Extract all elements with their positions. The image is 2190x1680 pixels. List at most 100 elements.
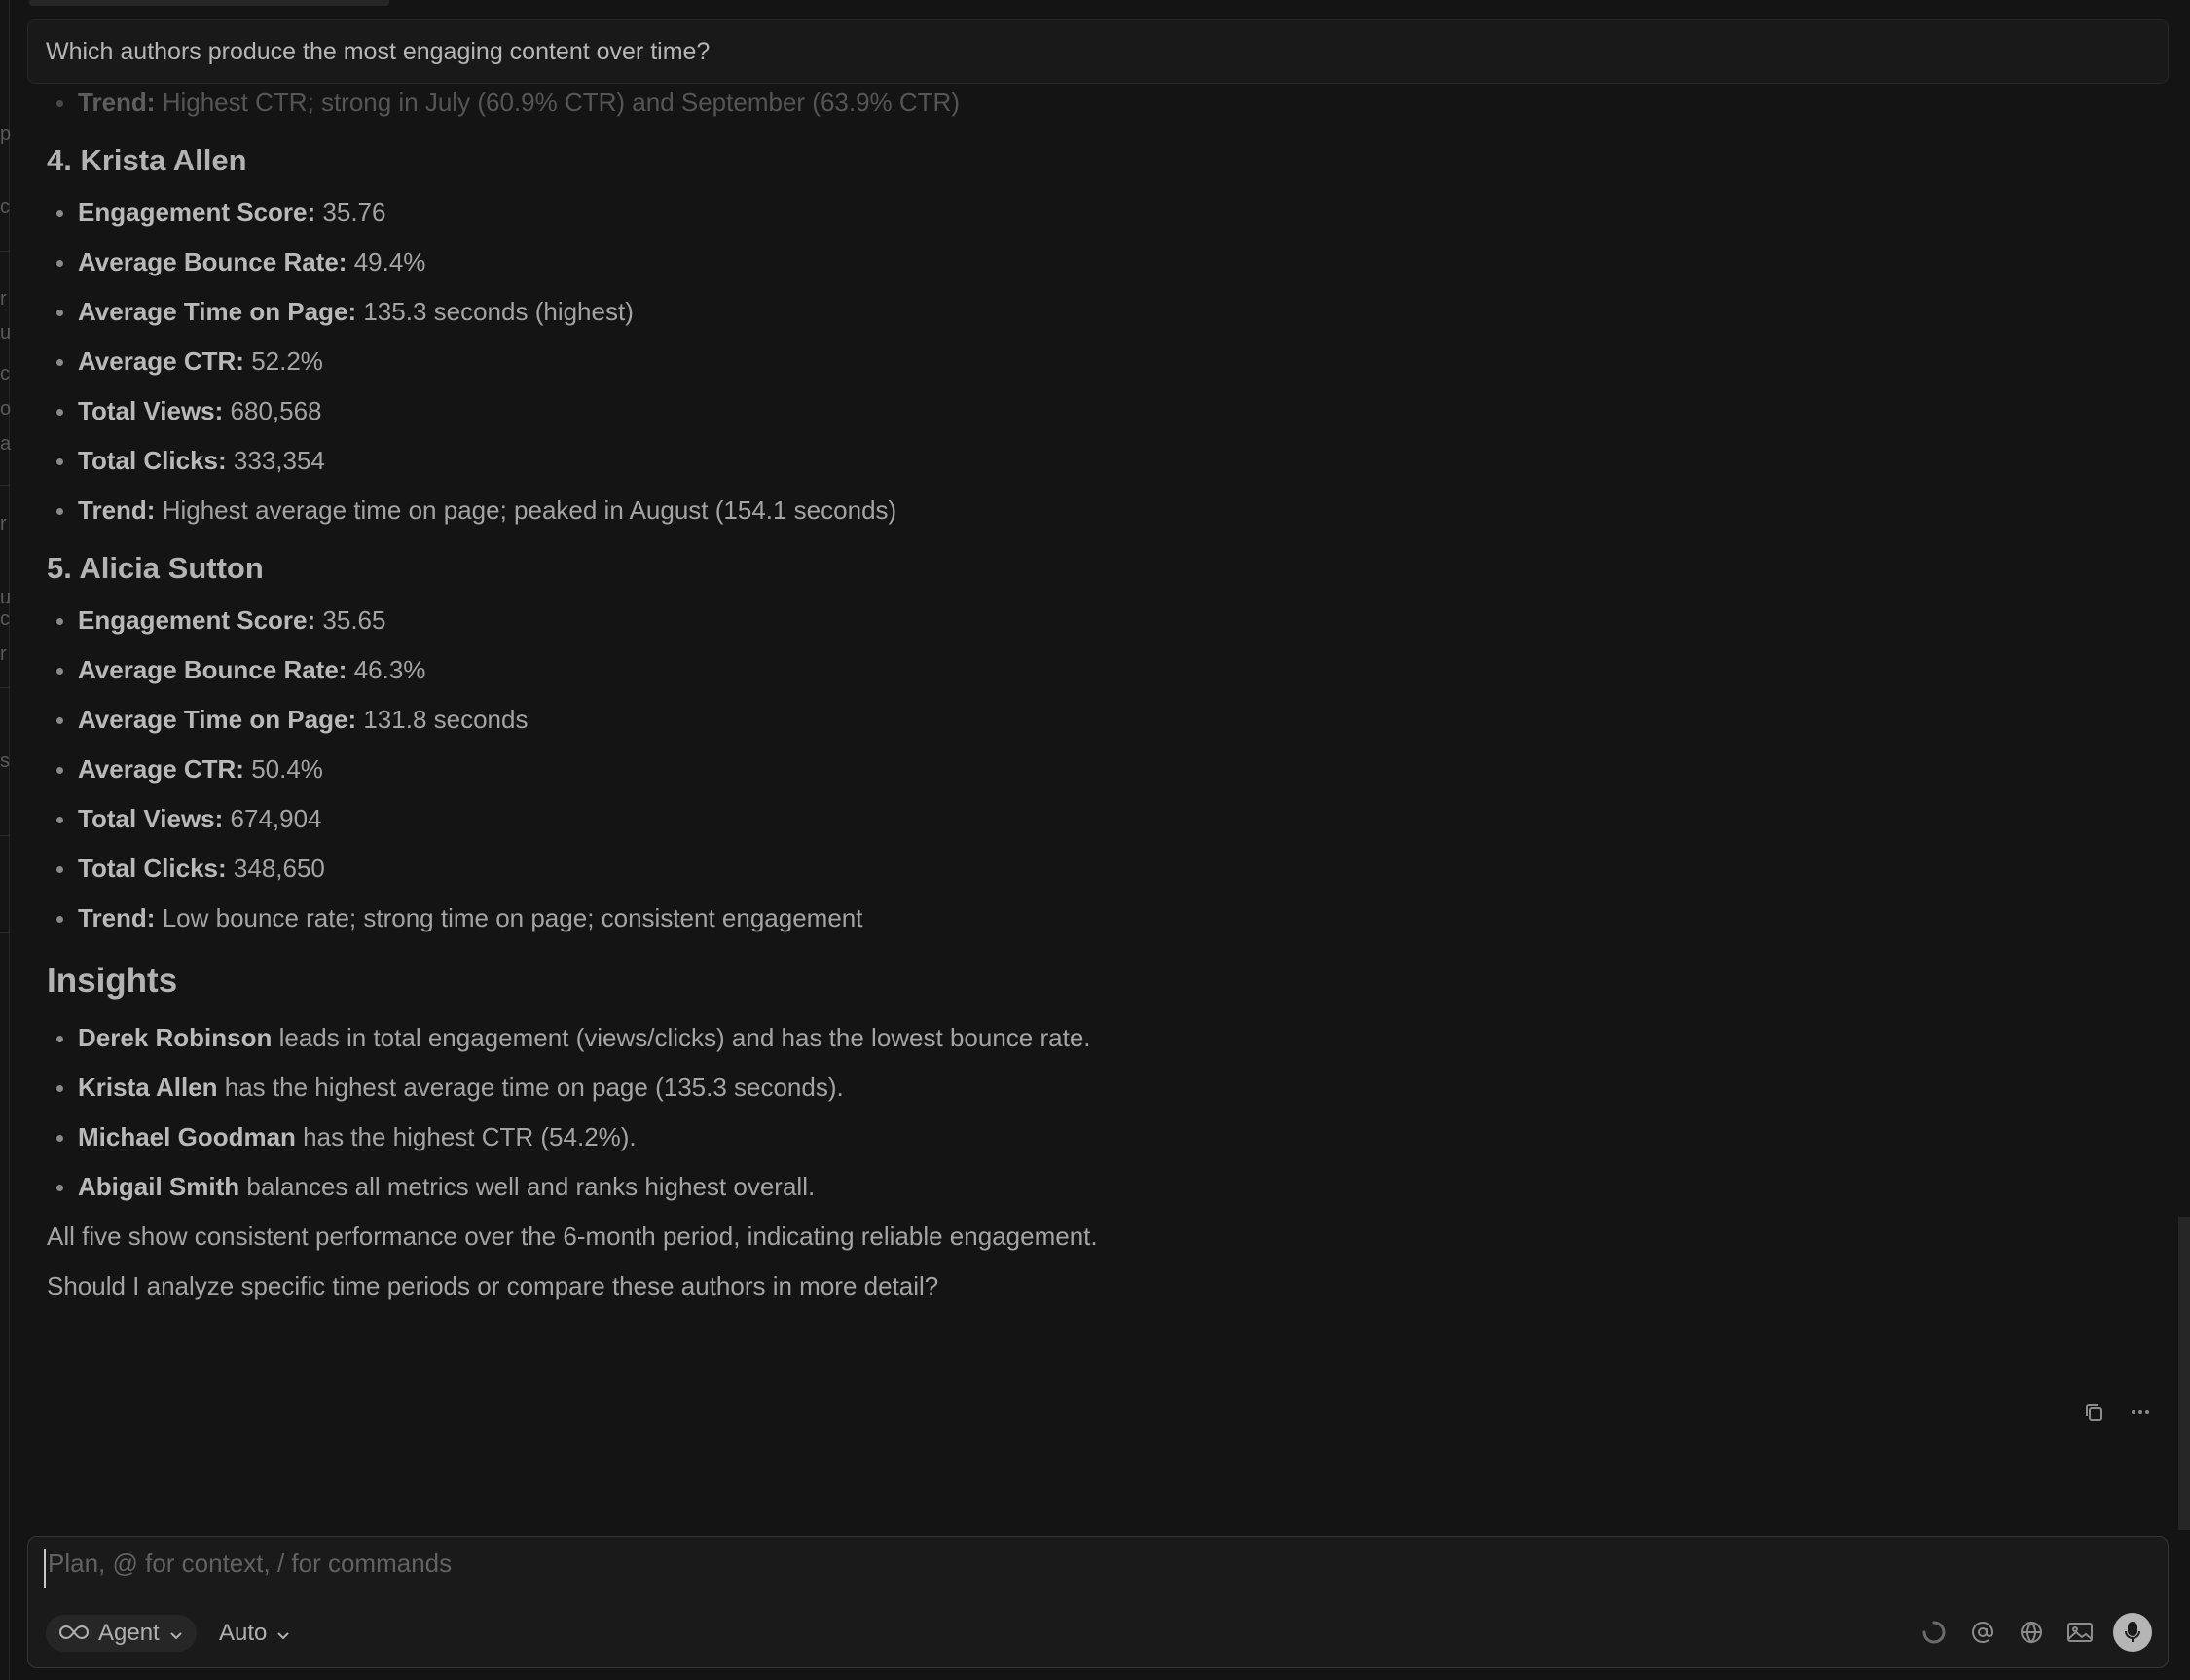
list-item: Average Time on Page: 135.3 seconds (hig… bbox=[47, 287, 2130, 337]
list-item: Total Views: 680,568 bbox=[47, 386, 2130, 436]
metric-label: Average Bounce Rate: bbox=[78, 655, 347, 684]
list-item: Total Clicks: 333,354 bbox=[47, 436, 2130, 486]
followup-question: Should I analyze specific time periods o… bbox=[47, 1271, 939, 1300]
metric-value: 333,354 bbox=[233, 446, 325, 475]
user-question[interactable]: Which authors produce the most engaging … bbox=[27, 19, 2169, 84]
list-item: Trend: Highest average time on page; pea… bbox=[47, 486, 2130, 535]
metric-label: Trend: bbox=[78, 495, 156, 525]
author-name: Michael Goodman bbox=[78, 1122, 296, 1151]
model-label: Auto bbox=[219, 1620, 268, 1646]
metric-value: Highest CTR; strong in July (60.9% CTR) … bbox=[162, 88, 960, 117]
edge-char: a bbox=[0, 433, 12, 455]
metric-value: 348,650 bbox=[233, 854, 325, 883]
author-metrics-list: Engagement Score: 35.76 Average Bounce R… bbox=[47, 188, 2130, 535]
metric-value: 46.3% bbox=[353, 655, 426, 684]
insights-heading: Insights bbox=[47, 962, 178, 1000]
edge-char: c bbox=[0, 363, 10, 384]
edge-char: p bbox=[0, 124, 12, 145]
metric-label: Average CTR: bbox=[78, 754, 244, 784]
composer-tools bbox=[1918, 1613, 2152, 1652]
loading-icon bbox=[1918, 1613, 1950, 1652]
list-item: Total Views: 674,904 bbox=[47, 794, 2130, 844]
metric-value: 674,904 bbox=[230, 804, 322, 833]
message-actions bbox=[2081, 1400, 2153, 1425]
infinity-icon bbox=[59, 1620, 89, 1647]
metric-label: Engagement Score: bbox=[78, 605, 316, 635]
metric-label: Total Views: bbox=[78, 396, 224, 425]
author-name: Krista Allen bbox=[78, 1073, 218, 1102]
microphone-icon[interactable] bbox=[2113, 1613, 2152, 1652]
metric-label: Average CTR: bbox=[78, 347, 244, 376]
metric-value: 52.2% bbox=[251, 347, 323, 376]
chevron-down-icon bbox=[169, 1620, 183, 1647]
list-item: Average CTR: 50.4% bbox=[47, 745, 2130, 794]
metric-label: Engagement Score: bbox=[78, 198, 316, 227]
metric-label: Average Bounce Rate: bbox=[78, 247, 347, 276]
chevron-down-icon bbox=[276, 1620, 290, 1647]
edge-char: r bbox=[0, 643, 7, 665]
metric-label: Trend: bbox=[78, 903, 156, 932]
metric-value: 131.8 seconds bbox=[363, 705, 529, 734]
author-heading: 4. Krista Allen bbox=[47, 143, 247, 177]
author-heading: 5. Alicia Sutton bbox=[47, 551, 264, 585]
list-item: Krista Allen has the highest average tim… bbox=[47, 1063, 2130, 1113]
model-selector[interactable]: Auto bbox=[219, 1615, 290, 1652]
copy-icon[interactable] bbox=[2081, 1400, 2106, 1425]
edge-char: c bbox=[0, 608, 10, 630]
metric-value: 35.65 bbox=[322, 605, 386, 635]
image-icon[interactable] bbox=[2064, 1613, 2096, 1652]
globe-icon[interactable] bbox=[2016, 1613, 2047, 1652]
agent-mode-label: Agent bbox=[98, 1620, 160, 1646]
edge-char: o bbox=[0, 398, 12, 420]
list-item: Average Time on Page: 131.8 seconds bbox=[47, 695, 2130, 745]
scrollbar-thumb[interactable] bbox=[2178, 1217, 2190, 1530]
insight-text: balances all metrics well and ranks high… bbox=[246, 1172, 816, 1201]
list-item: Trend: Low bounce rate; strong time on p… bbox=[47, 894, 2130, 943]
chat-window: p c r u c o a r u c r s Which authors pr… bbox=[0, 0, 2190, 1680]
edge-char: r bbox=[0, 513, 7, 534]
metric-value: 35.76 bbox=[322, 198, 386, 227]
author-name: Abigail Smith bbox=[78, 1172, 240, 1201]
list-item: Engagement Score: 35.65 bbox=[47, 596, 2130, 645]
metric-label: Average Time on Page: bbox=[78, 297, 357, 326]
metric-label: Trend: bbox=[78, 88, 156, 117]
insight-text: has the highest average time on page (13… bbox=[224, 1073, 844, 1102]
metric-value: Highest average time on page; peaked in … bbox=[162, 495, 897, 525]
list-item: Engagement Score: 35.76 bbox=[47, 188, 2130, 237]
author-name: Derek Robinson bbox=[78, 1023, 273, 1052]
metric-value: 50.4% bbox=[251, 754, 323, 784]
partial-list: Trend: Highest CTR; strong in July (60.9… bbox=[47, 78, 2130, 128]
list-item: Average Bounce Rate: 46.3% bbox=[47, 645, 2130, 695]
author-metrics-list: Engagement Score: 35.65 Average Bounce R… bbox=[47, 596, 2130, 943]
metric-label: Average Time on Page: bbox=[78, 705, 357, 734]
list-item: Trend: Highest CTR; strong in July (60.9… bbox=[47, 78, 2130, 128]
top-tab-indicator bbox=[29, 0, 389, 6]
insights-list: Derek Robinson leads in total engagement… bbox=[47, 1013, 2130, 1212]
edge-divider bbox=[0, 687, 10, 688]
edge-char: c bbox=[0, 197, 10, 218]
metric-label: Total Views: bbox=[78, 804, 224, 833]
list-item: Average Bounce Rate: 49.4% bbox=[47, 237, 2130, 287]
metric-value: 49.4% bbox=[353, 247, 426, 276]
list-item: Michael Goodman has the highest CTR (54.… bbox=[47, 1113, 2130, 1162]
chat-input[interactable] bbox=[44, 1549, 2146, 1588]
metric-value: 680,568 bbox=[230, 396, 322, 425]
edge-divider bbox=[0, 835, 10, 836]
question-text: Which authors produce the most engaging … bbox=[46, 37, 711, 65]
metric-label: Total Clicks: bbox=[78, 446, 227, 475]
summary-text: All five show consistent performance ove… bbox=[47, 1222, 1098, 1251]
edge-char: r bbox=[0, 288, 7, 310]
list-item: Total Clicks: 348,650 bbox=[47, 844, 2130, 894]
left-panel-edge: p c r u c o a r u c r s bbox=[0, 0, 12, 1680]
edge-divider bbox=[0, 485, 10, 486]
edge-char: u bbox=[0, 322, 12, 344]
list-item: Average CTR: 52.2% bbox=[47, 337, 2130, 386]
assistant-message: Trend: Highest CTR; strong in July (60.9… bbox=[47, 78, 2130, 1311]
more-icon[interactable] bbox=[2128, 1400, 2153, 1425]
list-item: Derek Robinson leads in total engagement… bbox=[47, 1013, 2130, 1063]
metric-value: Low bounce rate; strong time on page; co… bbox=[162, 903, 863, 932]
insight-text: leads in total engagement (views/clicks)… bbox=[278, 1023, 1091, 1052]
insight-text: has the highest CTR (54.2%). bbox=[303, 1122, 637, 1151]
at-icon[interactable] bbox=[1967, 1613, 1998, 1652]
agent-mode-selector[interactable]: Agent bbox=[46, 1615, 197, 1652]
